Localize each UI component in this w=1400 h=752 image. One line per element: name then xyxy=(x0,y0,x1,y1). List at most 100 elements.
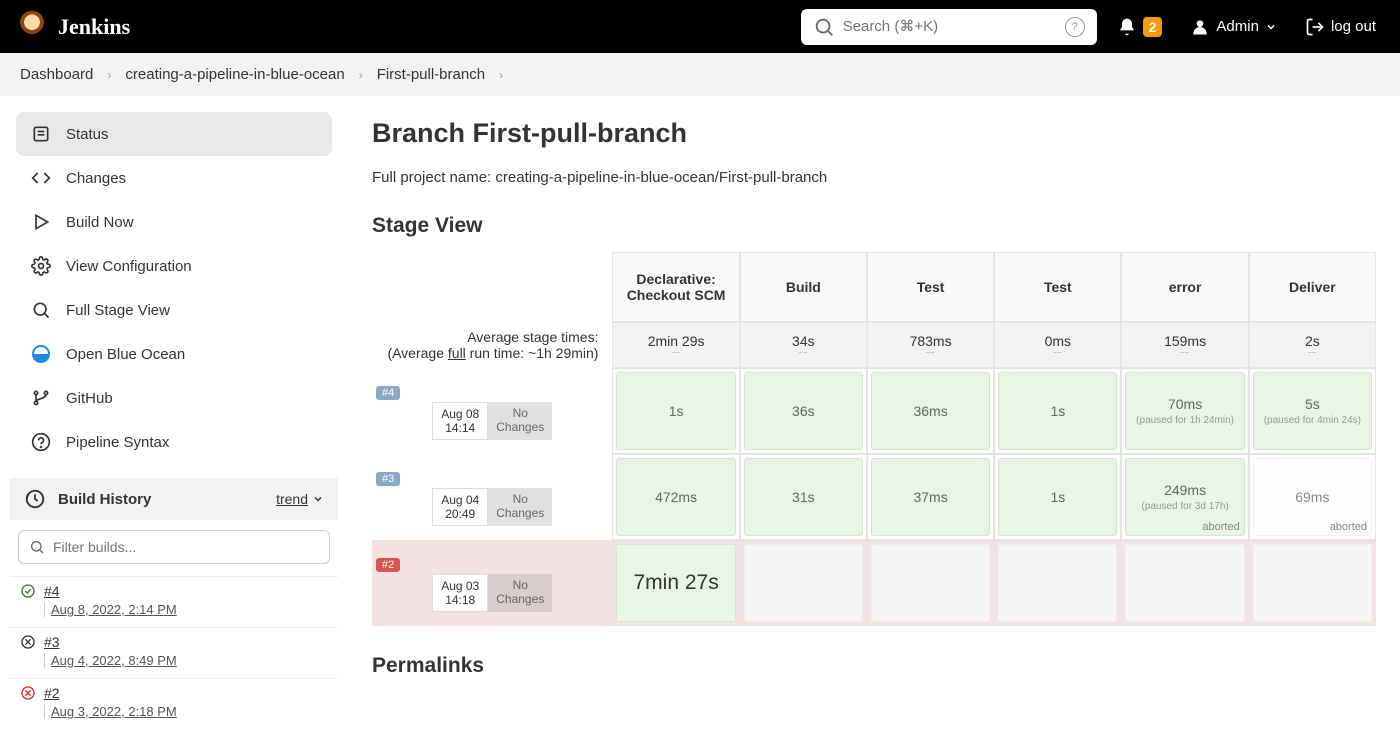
build-badge: #4 xyxy=(376,386,400,400)
stage-cell[interactable]: 36s xyxy=(740,368,867,454)
sidebar-item-view-config[interactable]: View Configuration xyxy=(16,244,332,288)
sidebar-item-label: GitHub xyxy=(66,390,113,407)
sidebar-item-label: Changes xyxy=(66,170,126,187)
sidebar-item-label: View Configuration xyxy=(66,258,192,275)
breadcrumb-bar: Dashboard › creating-a-pipeline-in-blue-… xyxy=(0,53,1400,96)
sidebar-item-changes[interactable]: Changes xyxy=(16,156,332,200)
blue-ocean-icon xyxy=(30,343,52,365)
sidebar-item-status[interactable]: Status xyxy=(16,112,332,156)
stage-header: Test xyxy=(867,252,994,322)
status-icon xyxy=(30,123,52,145)
run-label-cell[interactable]: #2 Aug 0314:18NoChanges xyxy=(372,540,612,626)
logout-button[interactable]: log out xyxy=(1297,17,1384,37)
average-row: Average stage times: (Average full run t… xyxy=(372,322,1376,368)
sidebar-item-label: Full Stage View xyxy=(66,302,170,319)
breadcrumb-dashboard[interactable]: Dashboard xyxy=(20,66,93,83)
chevron-down-icon xyxy=(1265,21,1277,33)
stage-cell[interactable]: 36ms xyxy=(867,368,994,454)
build-history-title: Build History xyxy=(58,491,264,508)
stage-header: Build xyxy=(740,252,867,322)
no-changes-badge: NoChanges xyxy=(488,402,552,440)
stage-cell[interactable]: 1s xyxy=(994,368,1121,454)
chevron-down-icon xyxy=(312,493,324,505)
sidebar-item-github[interactable]: GitHub xyxy=(16,376,332,420)
stage-header: Deliver xyxy=(1249,252,1376,322)
stage-run-row[interactable]: #3 Aug 0420:49NoChanges472ms31s37ms1s249… xyxy=(372,454,1376,540)
search-box[interactable]: ? xyxy=(801,9,1097,45)
run-label-cell[interactable]: #4 Aug 0814:14NoChanges xyxy=(372,368,612,454)
sidebar-item-blue-ocean[interactable]: Open Blue Ocean xyxy=(16,332,332,376)
build-badge: #3 xyxy=(376,472,400,486)
build-history-row[interactable]: #2 Aug 3, 2022, 2:18 PM xyxy=(10,678,338,729)
build-history-row[interactable]: #3 Aug 4, 2022, 8:49 PM xyxy=(10,627,338,678)
build-history-icon xyxy=(24,488,46,510)
logo-area[interactable]: Jenkins xyxy=(16,11,130,43)
avg-cell: 0ms⎯⎯ xyxy=(994,322,1121,368)
filter-builds-box[interactable] xyxy=(18,530,330,564)
no-changes-badge: NoChanges xyxy=(488,574,552,612)
search-input[interactable] xyxy=(843,18,1057,35)
stage-cell[interactable] xyxy=(867,540,994,626)
stage-cell[interactable]: 1s xyxy=(612,368,739,454)
logo-text: Jenkins xyxy=(58,14,130,40)
build-date[interactable]: Aug 8, 2022, 2:14 PM xyxy=(44,602,328,617)
stage-cell[interactable] xyxy=(1249,540,1376,626)
sidebar: Status Changes Build Now View Configurat… xyxy=(0,96,348,745)
sidebar-item-pipeline-syntax[interactable]: Pipeline Syntax xyxy=(16,420,332,464)
sidebar-item-label: Open Blue Ocean xyxy=(66,346,185,363)
avg-label: Average stage times: (Average full run t… xyxy=(372,322,612,368)
run-label-cell[interactable]: #3 Aug 0420:49NoChanges xyxy=(372,454,612,540)
help-icon[interactable]: ? xyxy=(1065,17,1085,37)
run-date: Aug 0814:14 xyxy=(432,402,488,440)
search-icon xyxy=(813,16,835,38)
stage-cell[interactable] xyxy=(1121,540,1248,626)
stage-cell[interactable]: 249ms(paused for 3d 17h)aborted xyxy=(1121,454,1248,540)
logout-icon xyxy=(1305,17,1325,37)
stage-cell[interactable]: 7min 27s xyxy=(612,540,739,626)
chevron-right-icon: › xyxy=(499,68,503,82)
stage-cell[interactable]: 31s xyxy=(740,454,867,540)
breadcrumb-branch[interactable]: First-pull-branch xyxy=(377,66,485,83)
filter-builds-input[interactable] xyxy=(53,539,319,555)
help-icon xyxy=(30,431,52,453)
build-number-link[interactable]: #2 xyxy=(44,685,60,701)
breadcrumb-project[interactable]: creating-a-pipeline-in-blue-ocean xyxy=(125,66,344,83)
jenkins-logo-icon xyxy=(16,11,48,43)
user-menu[interactable]: Admin xyxy=(1182,17,1285,37)
stage-cell[interactable] xyxy=(994,540,1121,626)
failed-icon xyxy=(20,685,36,701)
notif-count-badge: 2 xyxy=(1143,17,1163,37)
avg-cell: 783ms⎯⎯ xyxy=(867,322,994,368)
sidebar-item-build-now[interactable]: Build Now xyxy=(16,200,332,244)
sidebar-item-full-stage[interactable]: Full Stage View xyxy=(16,288,332,332)
stage-cell[interactable]: 1s xyxy=(994,454,1121,540)
build-history-row[interactable]: #4 Aug 8, 2022, 2:14 PM xyxy=(10,576,338,627)
search-icon xyxy=(29,539,45,555)
build-date[interactable]: Aug 4, 2022, 8:49 PM xyxy=(44,653,328,668)
page-title: Branch First-pull-branch xyxy=(372,118,1376,149)
stage-cell[interactable] xyxy=(740,540,867,626)
full-project-name: Full project name: creating-a-pipeline-i… xyxy=(372,169,1376,186)
stage-view-title: Stage View xyxy=(372,214,1376,238)
stage-run-row[interactable]: #4 Aug 0814:14NoChanges1s36s36ms1s70ms(p… xyxy=(372,368,1376,454)
stage-cell[interactable]: 37ms xyxy=(867,454,994,540)
stage-cell[interactable]: 70ms(paused for 1h 24min) xyxy=(1121,368,1248,454)
build-history-header: Build History trend xyxy=(10,478,338,520)
success-icon xyxy=(20,583,36,599)
chevron-right-icon: › xyxy=(359,68,363,82)
play-icon xyxy=(30,211,52,233)
stage-cell[interactable]: 5s(paused for 4min 24s) xyxy=(1249,368,1376,454)
notifications-button[interactable]: 2 xyxy=(1109,17,1171,37)
build-number-link[interactable]: #4 xyxy=(44,583,60,599)
build-date[interactable]: Aug 3, 2022, 2:18 PM xyxy=(44,704,328,719)
build-badge: #2 xyxy=(376,558,400,572)
build-number-link[interactable]: #3 xyxy=(44,634,60,650)
permalinks-title: Permalinks xyxy=(372,654,1376,678)
avg-cell: 159ms⎯⎯ xyxy=(1121,322,1248,368)
trend-link[interactable]: trend xyxy=(276,491,324,507)
stage-cell[interactable]: 472ms xyxy=(612,454,739,540)
main-content: Branch First-pull-branch Full project na… xyxy=(348,96,1400,745)
sidebar-item-label: Build Now xyxy=(66,214,134,231)
stage-cell[interactable]: 69msaborted xyxy=(1249,454,1376,540)
stage-run-row[interactable]: #2 Aug 0314:18NoChanges7min 27s xyxy=(372,540,1376,626)
